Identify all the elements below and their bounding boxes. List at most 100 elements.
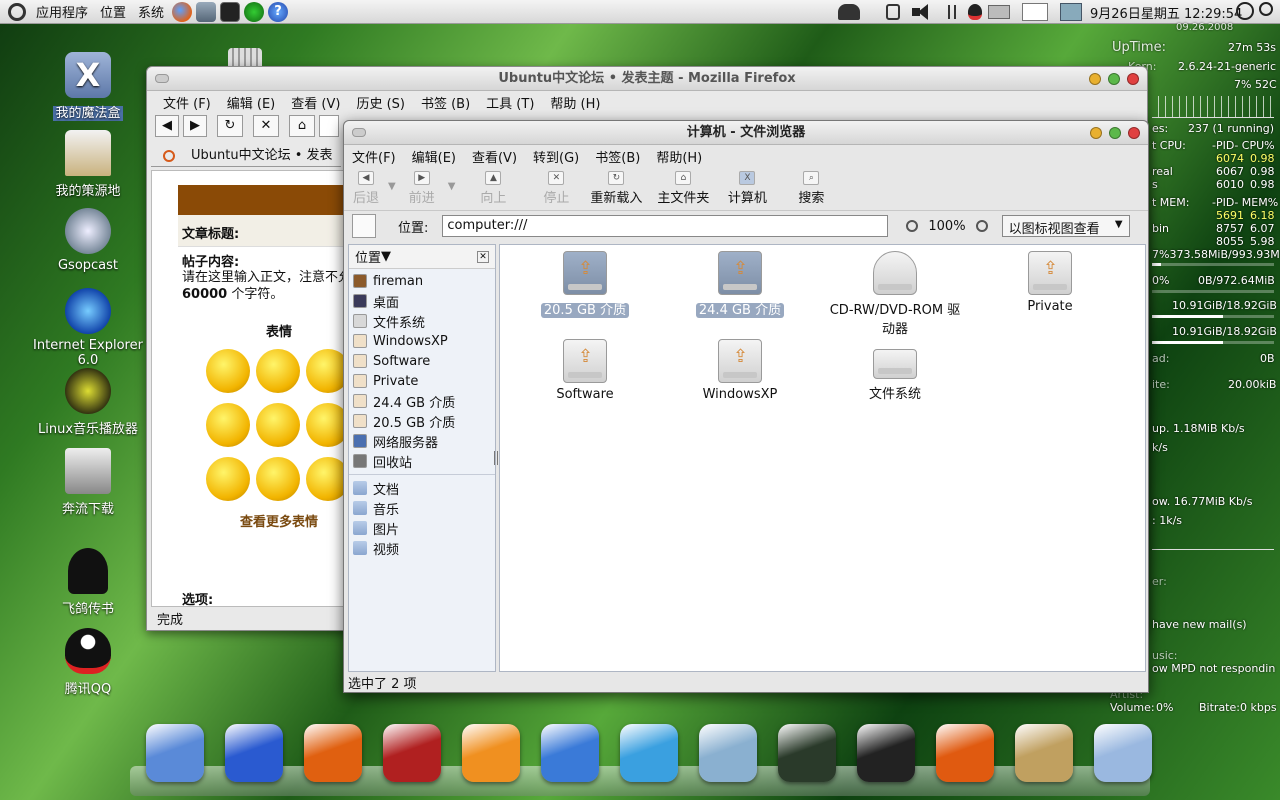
toggle-location-button[interactable] bbox=[352, 214, 376, 238]
pane-resize-handle[interactable] bbox=[494, 451, 498, 465]
file-item[interactable]: ⇪ WindowsXP bbox=[665, 339, 815, 402]
qq-tray-icon[interactable] bbox=[968, 4, 982, 20]
menu-tools[interactable]: 工具 (T) bbox=[478, 93, 542, 112]
home-button[interactable]: ⌂ bbox=[289, 115, 315, 137]
minimize-button[interactable] bbox=[1090, 127, 1102, 139]
image-viewer-icon[interactable] bbox=[1015, 724, 1073, 782]
emoticon-icon[interactable] bbox=[256, 349, 300, 393]
stop-button[interactable]: ✕ bbox=[253, 115, 279, 137]
file-item[interactable]: 文件系统 bbox=[820, 339, 970, 402]
firefox-tab[interactable]: Ubuntu中文论坛 • 发表主 bbox=[151, 145, 341, 185]
stop-button[interactable]: ✕ 停止 bbox=[531, 171, 581, 206]
close-button[interactable] bbox=[1128, 127, 1140, 139]
mail-icon[interactable] bbox=[1022, 3, 1048, 21]
minimize-button[interactable] bbox=[1089, 73, 1101, 85]
desktop-icon-magic-box[interactable]: X 我的魔法盒 bbox=[28, 52, 148, 121]
back-button[interactable]: ◀ bbox=[155, 115, 179, 137]
users-icon[interactable] bbox=[838, 4, 860, 20]
forward-button[interactable]: ▶ 前进 bbox=[396, 171, 448, 206]
sidebar-place-item[interactable]: 回收站 bbox=[349, 451, 495, 471]
view-mode-select[interactable]: 以图标视图查看 ▼ bbox=[1001, 215, 1130, 237]
search-icon[interactable] bbox=[1259, 2, 1273, 16]
desktop-icon-home[interactable]: 我的策源地 bbox=[28, 130, 148, 199]
firefox-titlebar[interactable]: Ubuntu中文论坛 • 发表主题 - Mozilla Firefox bbox=[147, 67, 1147, 91]
menu-help[interactable]: 帮助(H) bbox=[648, 147, 710, 166]
firefox-icon[interactable] bbox=[936, 724, 994, 782]
location-input[interactable]: computer:/// bbox=[442, 215, 889, 237]
more-emoticons-link[interactable]: 查看更多表情 bbox=[240, 511, 318, 530]
text-editor-launcher-icon[interactable] bbox=[196, 1, 217, 22]
url-bar[interactable] bbox=[319, 115, 339, 137]
presentation-icon[interactable] bbox=[304, 724, 362, 782]
emoticon-icon[interactable] bbox=[256, 403, 300, 447]
window-menu-icon[interactable] bbox=[155, 74, 169, 83]
sidebar-place-item[interactable]: 网络服务器 bbox=[349, 431, 495, 451]
up-button[interactable]: ▲ 向上 bbox=[455, 171, 531, 206]
file-item[interactable]: ⇪ Software bbox=[510, 339, 660, 402]
sidebar-place-item[interactable]: fireman bbox=[349, 271, 495, 291]
forward-history-arrow[interactable]: ▼ bbox=[448, 181, 456, 192]
desktop-icon-ipmsg[interactable]: 飞鸽传书 bbox=[28, 548, 148, 617]
back-button[interactable]: ◀ 后退 bbox=[344, 171, 388, 206]
sidebar-header[interactable]: 位置 ▼ ✕ bbox=[349, 245, 495, 269]
network-launcher-icon[interactable] bbox=[244, 1, 265, 22]
home-folder-button[interactable]: ⌂ 主文件夹 bbox=[651, 171, 715, 206]
file-item[interactable]: ⇪ 24.4 GB 介质 bbox=[665, 251, 815, 318]
sidebar-place-item[interactable]: 桌面 bbox=[349, 291, 495, 311]
video-chat-icon[interactable] bbox=[541, 724, 599, 782]
sidebar-place-item[interactable]: Software bbox=[349, 351, 495, 371]
folder-icon[interactable] bbox=[1094, 724, 1152, 782]
ubuntu-logo-icon[interactable] bbox=[8, 2, 26, 21]
terminal-launcher-icon[interactable] bbox=[220, 1, 241, 22]
system-menu[interactable]: 系统 bbox=[132, 2, 170, 21]
sidebar-place-item[interactable]: 文件系统 bbox=[349, 311, 495, 331]
file-item[interactable]: ⇪ Private bbox=[975, 251, 1125, 314]
desktop-icon-gsopcast[interactable]: Gsopcast bbox=[28, 208, 148, 273]
emoticon-icon[interactable] bbox=[206, 349, 250, 393]
messenger-icon[interactable] bbox=[620, 724, 678, 782]
menu-history[interactable]: 历史 (S) bbox=[348, 93, 413, 112]
menu-bookmarks[interactable]: 书签 (B) bbox=[413, 93, 478, 112]
sidebar-place-item[interactable]: Private bbox=[349, 371, 495, 391]
emoticon-icon[interactable] bbox=[206, 403, 250, 447]
notes-icon[interactable] bbox=[948, 5, 956, 19]
menu-edit[interactable]: 编辑(E) bbox=[404, 147, 464, 166]
power-icon[interactable] bbox=[1236, 2, 1254, 20]
menu-file[interactable]: 文件(F) bbox=[344, 147, 404, 166]
emoticon-icon[interactable] bbox=[256, 457, 300, 501]
file-item[interactable]: CD-RW/DVD-ROM 驱动器 bbox=[820, 251, 970, 337]
places-menu[interactable]: 位置 bbox=[94, 2, 132, 21]
help-launcher-icon[interactable]: ? bbox=[268, 1, 289, 22]
menu-edit[interactable]: 编辑 (E) bbox=[219, 93, 284, 112]
back-history-arrow[interactable]: ▼ bbox=[388, 181, 396, 192]
maximize-button[interactable] bbox=[1108, 73, 1120, 85]
terminal-icon[interactable] bbox=[857, 724, 915, 782]
printer-icon[interactable] bbox=[988, 5, 1010, 19]
firefox-launcher-icon[interactable] bbox=[172, 1, 193, 22]
file-item[interactable]: ⇪ 20.5 GB 介质 bbox=[510, 251, 660, 318]
desktop-icon-music-player[interactable]: Linux音乐播放器 bbox=[28, 368, 148, 437]
menu-bookmarks[interactable]: 书签(B) bbox=[587, 147, 648, 166]
zoom-level[interactable]: 100% bbox=[928, 219, 965, 234]
sidebar-close-button[interactable]: ✕ bbox=[477, 250, 489, 263]
network-icon[interactable] bbox=[1060, 3, 1082, 21]
close-button[interactable] bbox=[1127, 73, 1139, 85]
sidebar-bookmark-item[interactable]: 视频 bbox=[349, 538, 495, 558]
menu-file[interactable]: 文件 (F) bbox=[155, 93, 219, 112]
zoom-in-icon[interactable] bbox=[975, 220, 988, 232]
window-menu-icon[interactable] bbox=[352, 128, 366, 137]
menu-view[interactable]: 查看(V) bbox=[464, 147, 525, 166]
search-button[interactable]: ⌕ 搜索 bbox=[779, 171, 843, 206]
system-monitor-icon[interactable] bbox=[778, 724, 836, 782]
desktop-icon-qq[interactable]: 腾讯QQ bbox=[28, 628, 148, 697]
dictionary-icon[interactable] bbox=[383, 724, 441, 782]
reload-button[interactable]: ↻ 重新载入 bbox=[581, 171, 651, 206]
desktop-icon-ie[interactable]: Internet Explorer 6.0 bbox=[28, 288, 148, 368]
clock[interactable]: 9月26日星期五 12:29:54 bbox=[1090, 3, 1242, 22]
menu-go[interactable]: 转到(G) bbox=[525, 147, 587, 166]
sidebar-place-item[interactable]: 20.5 GB 介质 bbox=[349, 411, 495, 431]
sidebar-bookmark-item[interactable]: 图片 bbox=[349, 518, 495, 538]
maximize-button[interactable] bbox=[1109, 127, 1121, 139]
finder-icon[interactable] bbox=[146, 724, 204, 782]
sidebar-place-item[interactable]: WindowsXP bbox=[349, 331, 495, 351]
